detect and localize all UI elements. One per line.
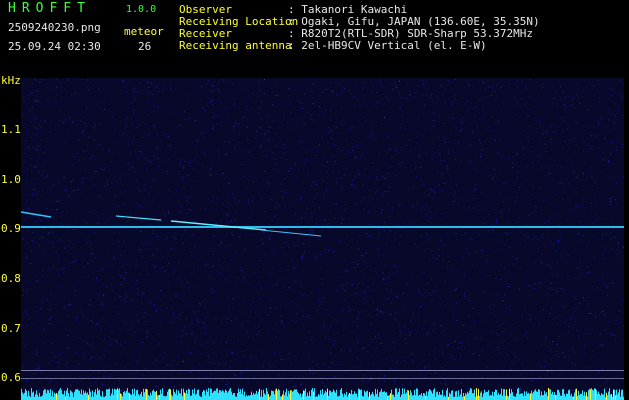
meteor-count: 26 — [138, 40, 152, 53]
date-time: 25.09.24 02:30 — [8, 40, 101, 53]
ytick-label: 1.1 — [1, 123, 21, 136]
ytick-label: 0.8 — [1, 272, 21, 285]
app-title: HROFFT — [8, 1, 91, 16]
ytick-label: 0.7 — [1, 322, 21, 335]
file-name: 2509240230.png — [8, 21, 101, 34]
antenna-label: Receiving antenna — [179, 39, 292, 52]
y-axis-unit: kHz — [1, 74, 21, 87]
ytick-label: 0.6 — [1, 371, 21, 384]
reference-line — [21, 378, 624, 379]
reference-line — [21, 370, 624, 371]
meteor-label: meteor — [124, 25, 164, 38]
app-version: 1.0.0 — [126, 4, 157, 15]
carrier-line — [21, 226, 624, 228]
ytick-label: 1.0 — [1, 173, 21, 186]
spectrogram — [21, 78, 624, 400]
ytick-label: 0.9 — [1, 222, 21, 235]
antenna-value: : 2el-HB9CV Vertical (el. E-W) — [288, 39, 487, 52]
